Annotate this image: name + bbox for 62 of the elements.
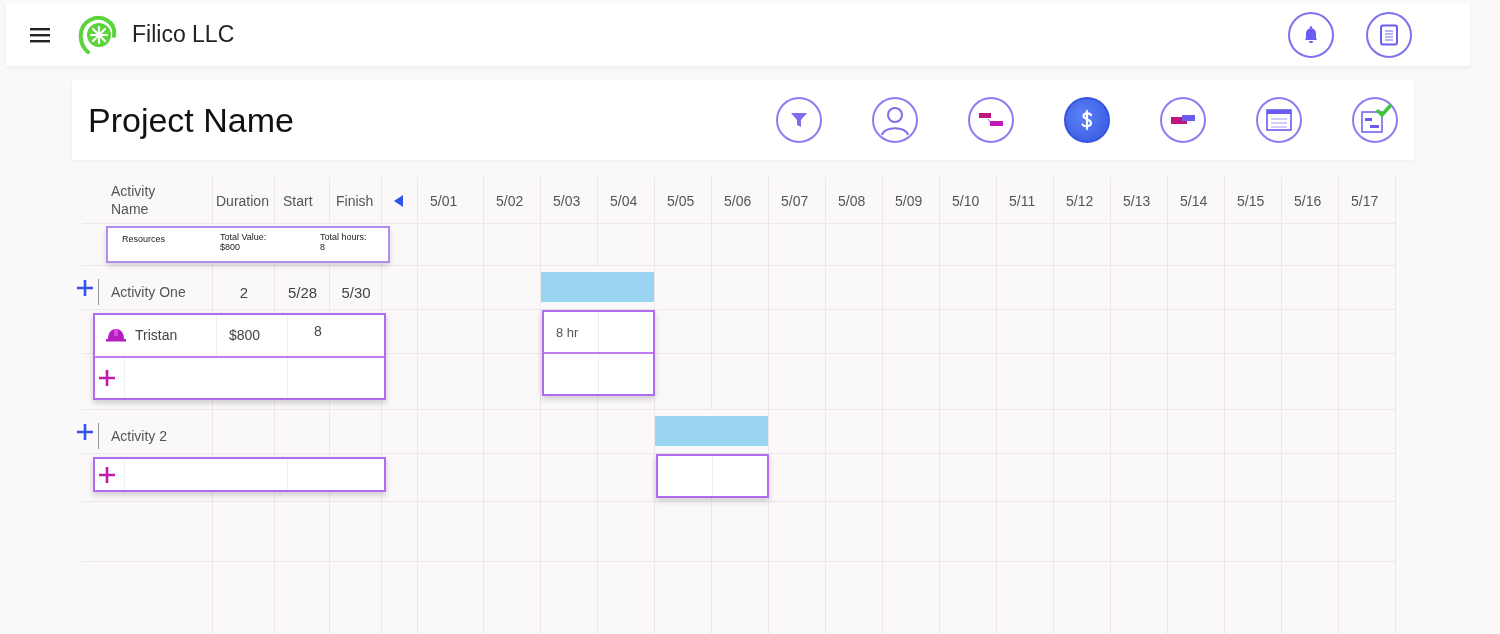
person-icon[interactable]: [872, 97, 918, 143]
column-header: Start: [282, 192, 314, 209]
date-header: 5/08: [837, 192, 867, 209]
date-header: 5/10: [951, 192, 981, 209]
total-value: Total Value: $800: [220, 232, 267, 252]
filter-icon[interactable]: [776, 97, 822, 143]
date-header: 5/13: [1122, 192, 1152, 209]
add-icon[interactable]: [76, 423, 94, 441]
summary-label: Resources: [122, 234, 166, 244]
date-header: 5/05: [666, 192, 696, 209]
column-header: Duration: [215, 192, 270, 209]
date-header: 5/07: [780, 192, 810, 209]
hours-value: 8 hr: [556, 324, 579, 340]
activity-name: Activity One: [98, 279, 186, 305]
window-icon[interactable]: [1256, 97, 1302, 143]
grid-cell: [213, 266, 275, 310]
date-header: 5/01: [429, 192, 459, 209]
finish-date: 5/30: [341, 283, 371, 301]
bar-icon[interactable]: [1160, 97, 1206, 143]
date-header: 5/09: [894, 192, 924, 209]
grid-cell: [484, 354, 541, 410]
grid-cell: [769, 502, 826, 562]
duration-cell: 2: [239, 283, 249, 301]
gantt-icon[interactable]: [968, 97, 1014, 143]
grid-cell: [598, 502, 655, 562]
add-icon[interactable]: [76, 279, 94, 297]
menu-icon[interactable]: [30, 26, 50, 43]
add-icon[interactable]: [98, 368, 116, 387]
date-header: 5/14: [1179, 192, 1209, 209]
date-header: 5/12: [1065, 192, 1095, 209]
date-header: 5/02: [495, 192, 525, 209]
activity-name: Activity 2: [98, 423, 167, 449]
collapse-icon[interactable]: [394, 194, 404, 207]
company-name: Filico LLC: [132, 21, 235, 48]
project-title: Project Name: [88, 100, 295, 140]
date-header: 5/15: [1236, 192, 1266, 209]
resource-name: Tristan: [135, 327, 178, 344]
bell-icon[interactable]: [1288, 11, 1334, 58]
column-header: Finish: [335, 192, 375, 209]
grid-cell: [712, 502, 769, 562]
resource-value: $800: [229, 327, 261, 344]
add-icon[interactable]: [98, 465, 116, 484]
hard-hat-icon: [105, 328, 127, 343]
date-header: 5/17: [1350, 192, 1380, 209]
grid-cell: [382, 266, 418, 310]
date-header: 5/11: [1008, 192, 1037, 209]
column-header: Activity Name: [111, 182, 157, 218]
notes-icon[interactable]: [1366, 11, 1412, 58]
date-header: 5/06: [723, 192, 753, 209]
total-hours: Total hours: 8: [320, 232, 367, 252]
logo-icon: [76, 13, 118, 56]
grid-cell: [484, 310, 541, 354]
checklist-icon[interactable]: [1352, 97, 1398, 143]
grid-cell: [330, 266, 382, 310]
dollar-icon[interactable]: [1064, 97, 1110, 143]
start-date: 5/28: [287, 283, 318, 301]
date-header: 5/16: [1293, 192, 1323, 209]
grid-cell: [655, 502, 712, 562]
resource-hours: 8: [314, 323, 322, 340]
date-header: 5/04: [609, 192, 639, 209]
grid-cell: [275, 266, 330, 310]
date-header: 5/03: [552, 192, 582, 209]
